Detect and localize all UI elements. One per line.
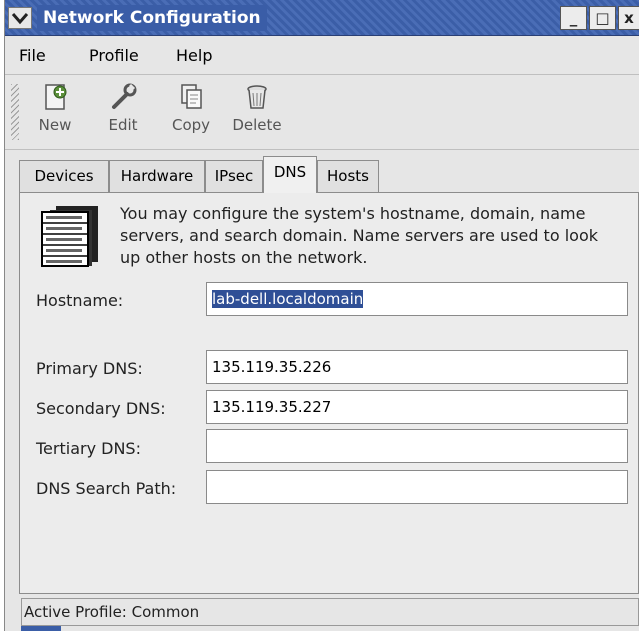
menu-help[interactable]: Help [176,46,212,65]
copy-button[interactable]: Copy [159,80,223,146]
title-bar[interactable]: Network Configuration _ □ x [5,0,639,36]
minimize-button[interactable]: _ [560,6,587,30]
edit-label: Edit [108,116,138,134]
dns-search-path-label: DNS Search Path: [36,479,177,498]
dns-table-icon [41,206,98,267]
tertiary-dns-field[interactable] [206,429,628,463]
new-button[interactable]: New [23,80,87,146]
menu-profile[interactable]: Profile [89,46,139,65]
primary-dns-label: Primary DNS: [36,359,143,378]
hostname-label: Hostname: [36,291,124,310]
new-document-icon [45,84,67,110]
copy-label: Copy [171,116,211,134]
window-menu-button[interactable] [8,7,32,29]
edit-button[interactable]: Edit [91,80,155,146]
new-label: New [38,116,72,134]
delete-label: Delete [232,116,282,134]
tab-hardware[interactable]: Hardware [109,160,205,192]
tertiary-dns-label: Tertiary DNS: [36,439,141,458]
toolbar-grip-handle[interactable] [11,84,19,140]
bottom-accent [21,626,61,631]
tab-hosts[interactable]: Hosts [317,160,379,192]
chevron-down-icon [11,13,29,25]
status-bar: Active Profile: Common [21,598,639,626]
tab-devices[interactable]: Devices [19,160,109,192]
close-button[interactable]: x [618,6,639,30]
menu-file[interactable]: File [19,46,46,65]
tab-ipsec[interactable]: IPsec [205,160,263,192]
tab-dns[interactable]: DNS [263,156,317,193]
delete-button[interactable]: Delete [225,80,289,146]
secondary-dns-label: Secondary DNS: [36,399,166,418]
wrench-icon [112,83,137,109]
hostname-field[interactable]: lab-dell.localdomain [206,282,628,316]
copy-icon [181,84,202,109]
trash-icon [247,85,267,109]
window-title: Network Configuration [37,5,267,31]
network-configuration-window: Network Configuration _ □ x File Profile… [4,0,639,631]
hostname-value: lab-dell.localdomain [212,290,364,308]
menu-bar: File Profile Help [5,37,639,75]
maximize-button[interactable]: □ [589,6,616,30]
primary-dns-field[interactable]: 135.119.35.226 [206,350,628,384]
toolbar: New Edit Copy Delete [5,76,639,150]
dns-panel: You may configure the system's hostname,… [19,192,639,594]
dns-description: You may configure the system's hostname,… [120,204,598,267]
secondary-dns-field[interactable]: 135.119.35.227 [206,390,628,424]
dns-search-path-field[interactable] [206,470,628,504]
